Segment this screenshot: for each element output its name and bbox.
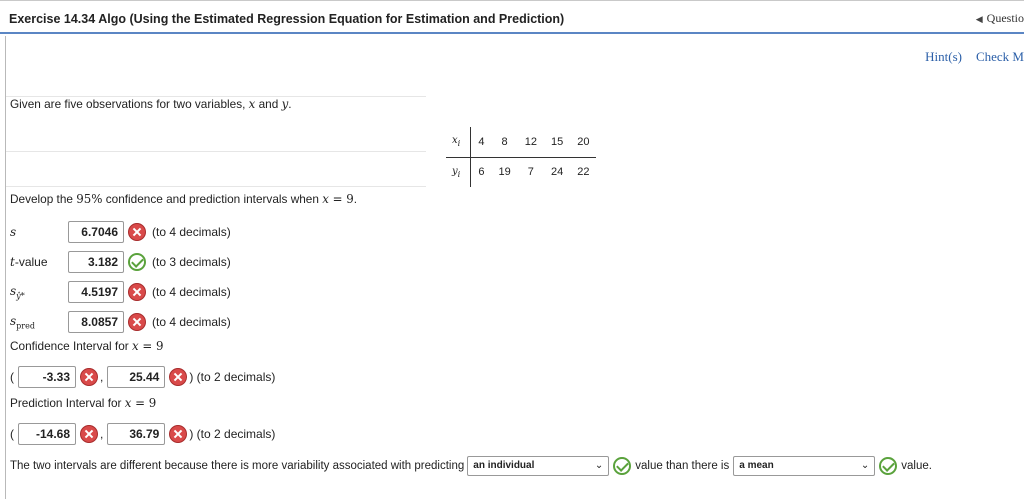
comma: , [100, 370, 104, 384]
t-value-row: t-value 3.182 (to 3 decimals) [10, 251, 231, 273]
comma: , [100, 427, 104, 441]
task-text: Develop the 95% confidence and predictio… [10, 192, 357, 206]
confidence-eq: = 9 [138, 339, 164, 353]
correct-icon [879, 457, 898, 475]
table-cell: 4 [470, 127, 492, 158]
task-end: . [353, 192, 358, 206]
than-select-value: a mean [739, 460, 774, 471]
correct-icon [128, 253, 146, 271]
s-input[interactable]: 6.7046 [68, 221, 124, 243]
incorrect-icon [128, 313, 146, 331]
s-yhat-input[interactable]: 4.5197 [68, 281, 124, 303]
prediction-eq: = 9 [131, 396, 157, 410]
intro-text: Given are five observations for two vari… [10, 97, 292, 111]
help-links: Hint(s) Check M [911, 49, 1024, 65]
prediction-note: ) (to 2 decimals) [189, 427, 276, 441]
table-cell: 8 [491, 127, 518, 158]
chevron-down-icon: ⌄ [594, 460, 604, 471]
t-value-label: t-value [10, 255, 48, 269]
divider [6, 151, 426, 152]
confidence-interval-row: ( -3.33 , 25.44 ) (to 2 decimals) [10, 366, 275, 388]
incorrect-icon [169, 368, 188, 386]
s-yhat-row: sŷ* 4.5197 (to 4 decimals) [10, 281, 231, 303]
prediction-heading-text: Prediction Interval for [10, 396, 125, 410]
incorrect-icon [80, 368, 98, 386]
s-pred-note: (to 4 decimals) [152, 315, 231, 329]
incorrect-icon [128, 223, 146, 241]
s-row: s 6.7046 (to 4 decimals) [10, 221, 231, 243]
incorrect-icon [128, 283, 146, 301]
table-cell: 15 [543, 127, 571, 158]
question-nav-label[interactable]: Questio [987, 11, 1024, 25]
table-cell: 19 [498, 166, 511, 179]
y-row-label: yi [446, 157, 472, 187]
confidence-var: x [131, 339, 139, 353]
intro-end: . [288, 97, 292, 111]
table-row: yi 6 19 7 24 22 [446, 157, 596, 187]
task-eq: = 9 [328, 192, 354, 206]
confidence-heading-text: Confidence Interval for [10, 339, 132, 353]
t-value-note: (to 3 decimals) [152, 255, 231, 269]
open-paren: ( [10, 370, 14, 384]
s-yhat-label: sŷ* [10, 283, 25, 301]
table-cell: 6 [478, 166, 485, 179]
table-cell: 24 [550, 166, 564, 179]
chevron-left-icon[interactable]: ◀ [976, 14, 983, 24]
than-select[interactable]: a mean ⌄ [733, 456, 876, 476]
hints-link[interactable]: Hint(s) [925, 49, 962, 64]
task-percent: 95% [76, 192, 103, 206]
open-paren: ( [10, 427, 14, 441]
s-label: s [10, 225, 17, 239]
x-row-label: xi [446, 127, 472, 158]
incorrect-icon [169, 425, 188, 443]
conclusion-text-3: value. [901, 460, 932, 472]
task-middle: confidence and prediction intervals when [102, 192, 323, 206]
task-var: x [322, 192, 329, 206]
table-cell: 12 [517, 127, 544, 158]
table-cell: 20 [570, 127, 597, 158]
confidence-note: ) (to 2 decimals) [189, 370, 276, 384]
table-row: xi 4 8 12 15 20 [446, 127, 597, 158]
s-yhat-note: (to 4 decimals) [152, 285, 231, 299]
s-pred-input[interactable]: 8.0857 [68, 311, 124, 333]
title-bar: Exercise 14.34 Algo (Using the Estimated… [0, 0, 1024, 34]
intro-prefix: Given are five observations for two vari… [10, 97, 249, 111]
s-pred-row: spred 8.0857 (to 4 decimals) [10, 311, 231, 333]
observations-table: xi 4 8 12 15 20 yi 6 19 7 24 22 [446, 127, 597, 187]
question-nav[interactable]: ◀ Questio [976, 11, 1024, 26]
s-note: (to 4 decimals) [152, 225, 231, 239]
task-prefix: Develop the [10, 192, 77, 206]
conclusion-row: The two intervals are different because … [10, 455, 932, 477]
chevron-down-icon: ⌄ [860, 460, 870, 471]
intro-and: and [255, 97, 282, 111]
incorrect-icon [80, 425, 98, 443]
conclusion-text-2: value than there is [635, 460, 730, 472]
prediction-lower-input[interactable]: -14.68 [18, 423, 76, 445]
table-cell: 22 [577, 166, 590, 179]
confidence-lower-input[interactable]: -3.33 [18, 366, 76, 388]
prediction-interval-row: ( -14.68 , 36.79 ) (to 2 decimals) [10, 423, 275, 445]
s-pred-label: spred [10, 313, 35, 331]
t-value-input[interactable]: 3.182 [68, 251, 124, 273]
divider [6, 186, 426, 187]
conclusion-text-1: The two intervals are different because … [10, 460, 465, 472]
correct-icon [613, 457, 632, 475]
page-title: Exercise 14.34 Algo (Using the Estimated… [9, 12, 565, 26]
predicting-select-value: an individual [473, 460, 535, 471]
confidence-heading: Confidence Interval for x = 9 [10, 339, 164, 353]
prediction-heading: Prediction Interval for x = 9 [10, 396, 156, 410]
table-cell: 7 [527, 166, 534, 179]
confidence-upper-input[interactable]: 25.44 [107, 366, 166, 388]
check-my-work-link[interactable]: Check M [976, 49, 1024, 64]
predicting-select[interactable]: an individual ⌄ [467, 456, 610, 476]
prediction-upper-input[interactable]: 36.79 [107, 423, 166, 445]
